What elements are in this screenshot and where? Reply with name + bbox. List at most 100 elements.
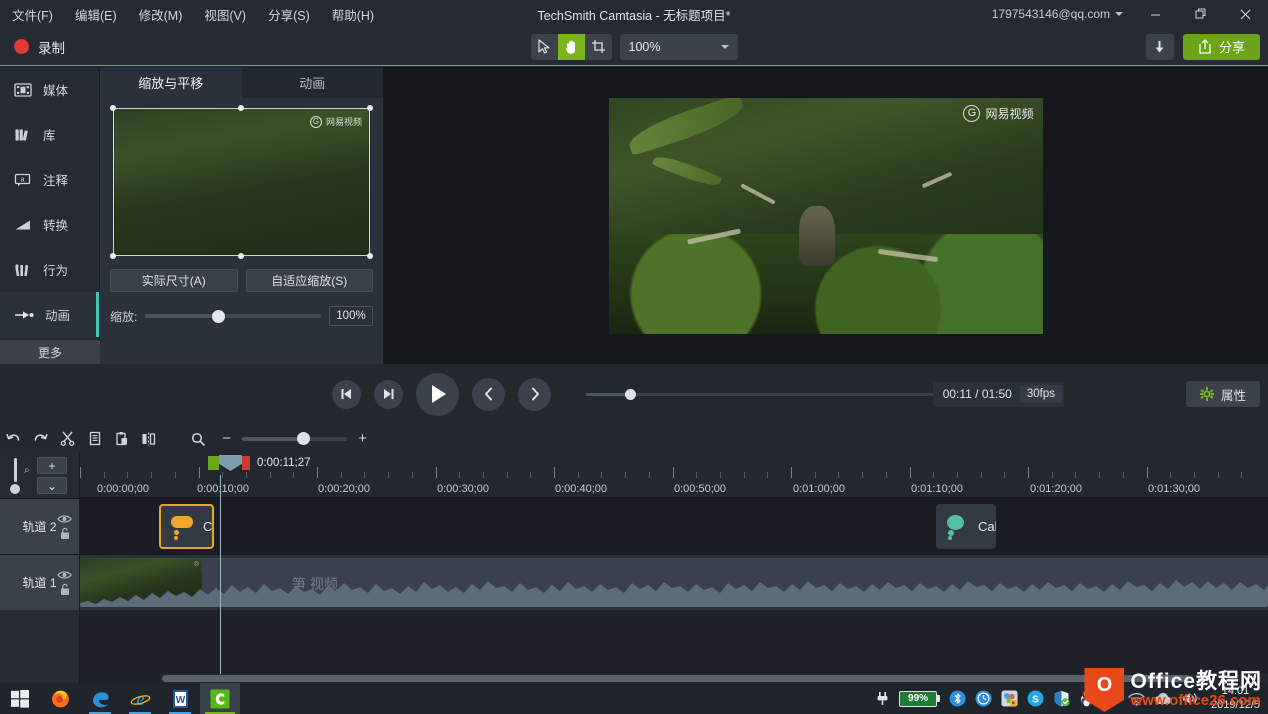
- timeline-search-button[interactable]: [184, 424, 211, 453]
- edge-button[interactable]: [80, 683, 120, 714]
- track-header-2[interactable]: 轨道 2: [0, 498, 79, 554]
- copy-button[interactable]: [81, 424, 108, 453]
- scale-slider[interactable]: [145, 309, 321, 323]
- track-header-1[interactable]: 轨道 1: [0, 554, 79, 610]
- cut-button[interactable]: [54, 424, 81, 453]
- timeline-body[interactable]: 0:00:00;00 0:00:10;00 0:00:20;00 0:00:30…: [80, 453, 1268, 683]
- cloud-sync-icon[interactable]: [1154, 692, 1173, 705]
- resize-handle-br[interactable]: [367, 253, 373, 259]
- redo-button[interactable]: [27, 424, 54, 453]
- eye-icon[interactable]: [57, 514, 72, 524]
- timeline-zoom-slider[interactable]: [242, 432, 347, 446]
- zoom-pan-preview[interactable]: G 网易视频: [110, 105, 373, 259]
- marker-in-icon[interactable]: [208, 456, 219, 470]
- internet-explorer-button[interactable]: e: [120, 683, 160, 714]
- start-button[interactable]: [0, 683, 40, 714]
- menu-edit[interactable]: 编辑(E): [73, 2, 119, 27]
- actual-size-button[interactable]: 实际尺寸(A): [110, 269, 238, 292]
- timeline-clip-callout-2[interactable]: Cal: [936, 504, 996, 549]
- minimize-button[interactable]: [1133, 0, 1178, 28]
- timeline-zoom-out-button[interactable]: −: [220, 430, 233, 447]
- step-back-button[interactable]: [472, 377, 505, 411]
- timeline-clip-video[interactable]: ◎ 笋 视频: [80, 558, 1268, 607]
- pointer-tool-button[interactable]: [531, 34, 558, 60]
- skype-icon[interactable]: S: [1027, 690, 1044, 707]
- volume-icon[interactable]: [1182, 691, 1198, 706]
- slider-knob[interactable]: [296, 432, 310, 445]
- lock-icon[interactable]: [59, 583, 71, 596]
- tab-animation[interactable]: 动画: [242, 67, 384, 98]
- menu-help[interactable]: 帮助(H): [330, 2, 376, 27]
- windows-taskbar: e W 99% S 14:01 2019/12/5: [0, 683, 1268, 714]
- hand-tool-button[interactable]: [557, 33, 585, 60]
- sidebar-item-media[interactable]: 媒体: [0, 67, 99, 112]
- sidebar-item-animations[interactable]: 动画: [0, 292, 99, 337]
- previous-frame-button[interactable]: [332, 379, 361, 409]
- timeline-clip-callout-1[interactable]: Ca: [159, 504, 214, 549]
- record-button[interactable]: 录制: [0, 28, 79, 65]
- add-track-button[interactable]: +: [37, 457, 67, 474]
- wifi-icon[interactable]: [1128, 692, 1145, 706]
- resize-handle-tl[interactable]: [110, 105, 116, 111]
- timeline-horizontal-scrollbar[interactable]: [160, 674, 1268, 683]
- sidebar-more-button[interactable]: 更多: [0, 340, 100, 364]
- power-plug-icon[interactable]: [875, 691, 890, 706]
- crop-tool-button[interactable]: [585, 34, 612, 60]
- firefox-button[interactable]: [40, 683, 80, 714]
- shield-lock-icon[interactable]: [1001, 690, 1018, 707]
- play-button[interactable]: [416, 372, 459, 416]
- undo-button[interactable]: [0, 424, 27, 453]
- canvas-zoom-select[interactable]: 100%: [619, 33, 738, 60]
- scrubber-knob[interactable]: [624, 388, 636, 400]
- menu-file[interactable]: 文件(F): [10, 2, 55, 27]
- timeline-track-1[interactable]: ◎ 笋 视频: [80, 554, 1268, 610]
- qq-penguin-icon[interactable]: [1079, 690, 1094, 707]
- split-button[interactable]: [135, 424, 162, 453]
- maximize-button[interactable]: [1178, 0, 1223, 28]
- mcafee-shield-icon[interactable]: [1103, 690, 1119, 707]
- menu-view[interactable]: 视图(V): [202, 2, 248, 27]
- marker-out-icon[interactable]: [242, 456, 250, 470]
- lock-icon[interactable]: [59, 527, 71, 540]
- collapse-tracks-button[interactable]: ⌄: [37, 477, 67, 494]
- timeline-ruler[interactable]: 0:00:00;00 0:00:10;00 0:00:20;00 0:00:30…: [80, 453, 1268, 498]
- sidebar-item-library[interactable]: 库: [0, 112, 99, 157]
- resize-handle-tr[interactable]: [367, 105, 373, 111]
- menu-share[interactable]: 分享(S): [266, 2, 312, 27]
- timeline-track-2[interactable]: Ca Cal: [80, 498, 1268, 554]
- resize-handle-tc[interactable]: [238, 105, 244, 111]
- resize-handle-bc[interactable]: [238, 253, 244, 259]
- battery-indicator[interactable]: 99%: [899, 690, 941, 707]
- step-forward-button[interactable]: [518, 377, 551, 411]
- camtasia-button[interactable]: [200, 683, 240, 714]
- properties-button[interactable]: 属性: [1185, 381, 1260, 407]
- share-button[interactable]: 分享: [1182, 33, 1260, 60]
- word-button[interactable]: W: [160, 683, 200, 714]
- account-menu[interactable]: 1797543146@qq.com: [982, 7, 1133, 21]
- timeline-zoom-in-button[interactable]: +: [356, 430, 369, 447]
- paste-button[interactable]: [108, 424, 135, 453]
- sidebar-item-behaviors[interactable]: 行为: [0, 247, 99, 292]
- menu-modify[interactable]: 修改(M): [137, 2, 185, 27]
- close-button[interactable]: [1223, 0, 1268, 28]
- video-canvas[interactable]: G 网易视频: [383, 67, 1268, 364]
- scrollbar-thumb[interactable]: [162, 675, 1190, 682]
- resize-handle-bl[interactable]: [110, 253, 116, 259]
- sidebar-item-transitions[interactable]: 转换: [0, 202, 99, 247]
- next-frame-button[interactable]: [374, 379, 403, 409]
- playhead-handle[interactable]: 0:00:11;27: [208, 455, 311, 471]
- playback-scrubber[interactable]: [586, 387, 936, 401]
- eye-icon[interactable]: [57, 570, 72, 580]
- tab-zoom-and-pan[interactable]: 缩放与平移: [100, 67, 242, 98]
- security-shield-icon[interactable]: [1053, 690, 1070, 707]
- taskbar-clock[interactable]: 14:01 2019/12/5: [1207, 685, 1260, 713]
- export-download-button[interactable]: [1145, 33, 1174, 60]
- playhead-icon[interactable]: [219, 455, 242, 471]
- clock-tray-icon[interactable]: [975, 690, 992, 707]
- tool-group: [530, 33, 612, 60]
- sidebar-item-annotations[interactable]: a 注释: [0, 157, 99, 202]
- fit-scale-button[interactable]: 自适应缩放(S): [245, 269, 373, 292]
- bluetooth-icon[interactable]: [949, 690, 966, 707]
- scale-value[interactable]: 100%: [329, 306, 373, 326]
- slider-knob[interactable]: [212, 309, 226, 323]
